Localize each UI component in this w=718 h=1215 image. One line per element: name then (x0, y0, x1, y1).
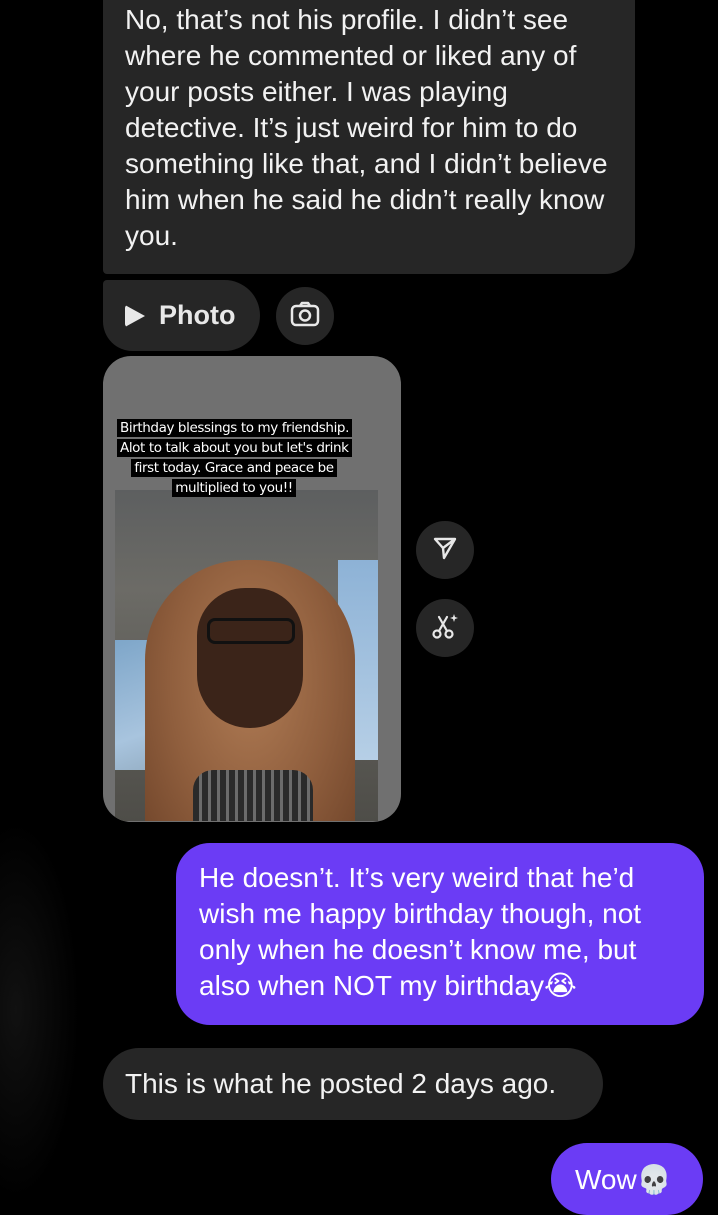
camera-button[interactable] (276, 287, 334, 345)
photo-attachment-button[interactable]: Photo (103, 280, 260, 351)
share-icon (432, 535, 458, 566)
skull-emoji: 💀 (636, 1163, 672, 1196)
story-caption: Birthday blessings to my friendship. Alo… (117, 418, 352, 498)
share-button[interactable] (416, 521, 474, 579)
photo-label: Photo (159, 300, 236, 330)
crying-emoji: 😭 (543, 969, 577, 1002)
story-photo (115, 490, 378, 821)
message-text: Wow (575, 1164, 637, 1195)
camera-icon (290, 301, 320, 332)
shared-story-card[interactable]: Birthday blessings to my friendship. Alo… (103, 356, 401, 822)
story-caption-text: Birthday blessings to my friendship. Alo… (117, 419, 352, 497)
incoming-message-bubble[interactable]: No, that’s not his profile. I didn’t see… (103, 0, 635, 274)
remix-icon (430, 611, 460, 646)
incoming-message-bubble[interactable]: This is what he posted 2 days ago. (103, 1048, 603, 1120)
chat-thread: No, that’s not his profile. I didn’t see… (0, 0, 718, 1215)
remix-button[interactable] (416, 599, 474, 657)
cropped-avatar-area (0, 820, 80, 1200)
message-text: No, that’s not his profile. I didn’t see… (125, 4, 608, 251)
outgoing-message-bubble[interactable]: Wow💀 (551, 1143, 703, 1215)
message-text: This is what he posted 2 days ago. (125, 1068, 557, 1099)
play-icon (125, 304, 145, 327)
outgoing-message-bubble[interactable]: He doesn’t. It’s very weird that he’d wi… (176, 843, 704, 1025)
